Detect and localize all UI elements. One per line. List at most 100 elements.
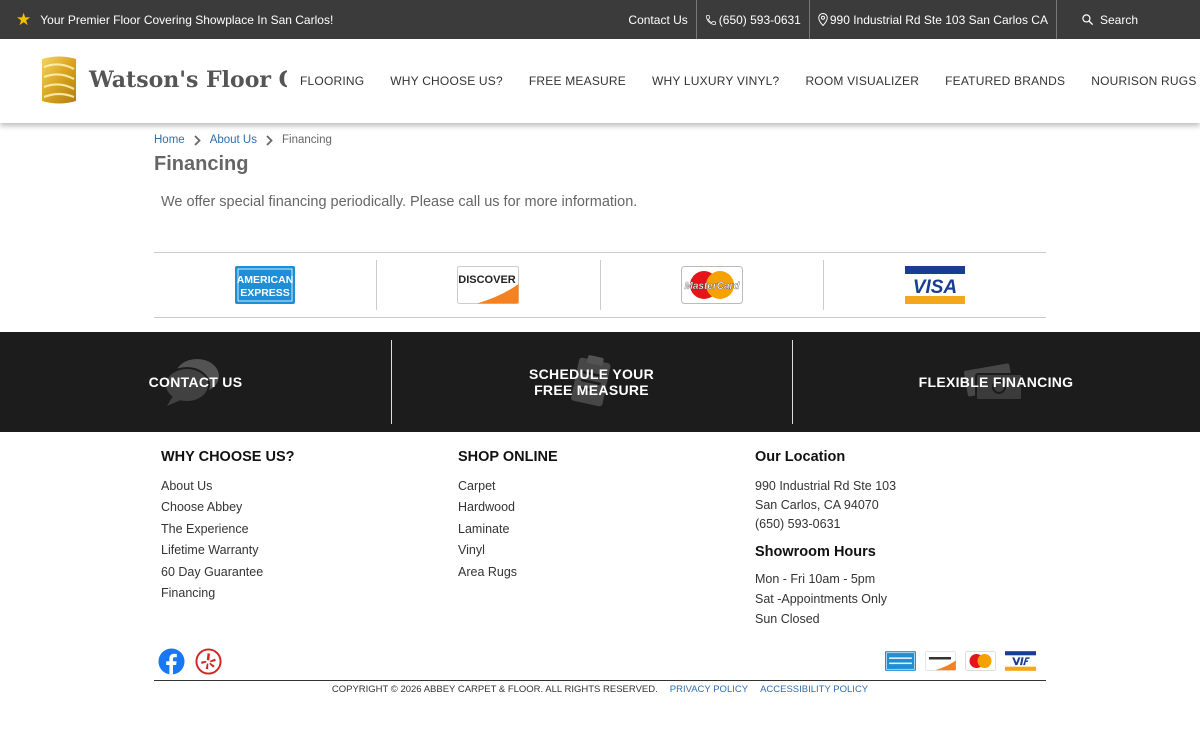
hours-sunday: Sun Closed xyxy=(755,612,820,626)
footer-hours: Mon - Fri 10am - 5pm Sat -Appointments O… xyxy=(755,569,896,629)
contact-us-cta[interactable]: CONTACT US xyxy=(0,332,391,432)
cta-divider xyxy=(792,340,793,424)
footer-phone[interactable]: (650) 593-0631 xyxy=(755,515,896,534)
visa-mini-logo xyxy=(1005,651,1036,671)
amex-mini-logo xyxy=(885,651,916,671)
cta-divider xyxy=(391,340,392,424)
copyright-bar: COPYRIGHT © 2026 ABBEY CARPET & FLOOR. A… xyxy=(0,684,1200,695)
footer-address: 990 Industrial Rd Ste 103 San Carlos, CA… xyxy=(755,477,896,534)
footer-shop-title: SHOP ONLINE xyxy=(458,449,558,465)
schedule-line2: FREE MEASURE xyxy=(534,382,649,398)
accessibility-policy-link[interactable]: ACCESSIBILITY POLICY xyxy=(760,684,868,695)
chevron-right-icon xyxy=(194,134,201,146)
card-mastercard: MasterCard xyxy=(599,260,823,310)
footer-why-title: WHY CHOOSE US? xyxy=(161,449,295,465)
contact-us-cta-label: CONTACT US xyxy=(148,374,243,390)
promo-text: Your Premier Floor Covering Showplace In… xyxy=(40,12,334,27)
footer-link-carpet[interactable]: Carpet xyxy=(458,477,558,498)
footer-why-choose-us: WHY CHOOSE US? About Us Choose Abbey The… xyxy=(161,449,294,605)
contact-us-label: Contact Us xyxy=(628,12,688,27)
footer-address-line2: San Carlos, CA 94070 xyxy=(755,498,879,512)
visa-logo: VISA xyxy=(904,266,965,304)
footer-accepted-cards xyxy=(885,651,1036,671)
flexible-financing-cta[interactable]: FLEXIBLE FINANCING xyxy=(792,332,1200,432)
top-bar: ★ Your Premier Floor Covering Showplace … xyxy=(0,0,1200,39)
nav-free-measure[interactable]: FREE MEASURE xyxy=(516,74,639,88)
amex-logo: AMERICAN EXPRESS xyxy=(235,266,296,304)
footer-link-area-rugs[interactable]: Area Rugs xyxy=(458,563,558,584)
footer-location: Our Location 990 Industrial Rd Ste 103 S… xyxy=(755,449,896,629)
logo-text: Watson's Floor Covering xyxy=(89,67,287,93)
card-visa: VISA xyxy=(822,260,1046,310)
logo-emblem-icon xyxy=(42,56,76,104)
mastercard-mini-logo xyxy=(965,651,996,671)
schedule-measure-cta-label: SCHEDULE YOUR FREE MEASURE xyxy=(529,366,654,398)
phone-number: (650) 593-0631 xyxy=(718,12,801,27)
nav-room-visualizer[interactable]: ROOM VISUALIZER xyxy=(792,74,932,88)
footer-link-hardwood[interactable]: Hardwood xyxy=(458,498,558,519)
footer-link-about-us[interactable]: About Us xyxy=(161,477,294,498)
footer-shop-online: SHOP ONLINE Carpet Hardwood Laminate Vin… xyxy=(458,449,558,584)
flexible-financing-cta-label: FLEXIBLE FINANCING xyxy=(918,374,1074,390)
discover-mini-logo xyxy=(925,651,956,671)
breadcrumb: Home About Us Financing xyxy=(154,134,332,146)
visa-text: VISA xyxy=(913,277,957,298)
mastercard-text: MasterCard xyxy=(684,281,740,292)
amex-line1: AMERICAN xyxy=(237,274,294,286)
breadcrumb-about-us[interactable]: About Us xyxy=(210,134,257,146)
search-label: Search xyxy=(1099,12,1138,27)
main-nav: FLOORING WHY CHOOSE US? FREE MEASURE WHY… xyxy=(287,39,1200,123)
footer-link-60-day-guarantee[interactable]: 60 Day Guarantee xyxy=(161,563,294,584)
amex-line2: EXPRESS xyxy=(240,287,290,299)
card-discover: DISCOVER xyxy=(376,260,599,310)
discover-logo: DISCOVER xyxy=(457,266,520,304)
schedule-measure-cta[interactable]: SCHEDULE YOUR FREE MEASURE xyxy=(391,332,792,432)
phone-icon xyxy=(705,14,716,25)
card-amex: AMERICAN EXPRESS xyxy=(154,260,376,310)
contact-us-link[interactable]: Contact Us xyxy=(620,0,695,39)
financing-intro: We offer special financing periodically.… xyxy=(161,194,638,210)
breadcrumb-current: Financing xyxy=(282,134,332,146)
copyright-text: COPYRIGHT © 2026 ABBEY CARPET & FLOOR. A… xyxy=(331,684,658,695)
accepted-cards: AMERICAN EXPRESS DISCOVER MasterCard VIS… xyxy=(154,252,1046,318)
phone-link[interactable]: (650) 593-0631 xyxy=(695,0,809,39)
nav-nourison-rugs[interactable]: NOURISON RUGS xyxy=(1078,74,1200,88)
hours-saturday: Sat -Appointments Only xyxy=(755,592,888,606)
search-button[interactable]: Search xyxy=(1055,0,1200,39)
discover-text: DISCOVER xyxy=(459,274,517,286)
footer-link-vinyl[interactable]: Vinyl xyxy=(458,541,558,562)
star-icon: ★ xyxy=(16,10,32,29)
footer-address-line1: 990 Industrial Rd Ste 103 xyxy=(755,479,897,493)
nav-why-choose-us[interactable]: WHY CHOOSE US? xyxy=(377,74,516,88)
nav-featured-brands[interactable]: FEATURED BRANDS xyxy=(932,74,1078,88)
site-header: Watson's Floor Covering FLOORING WHY CHO… xyxy=(0,39,1200,123)
schedule-line1: SCHEDULE YOUR xyxy=(529,366,654,382)
search-icon xyxy=(1082,14,1094,26)
hours-weekday: Mon - Fri 10am - 5pm xyxy=(755,572,876,586)
footer-hours-title: Showroom Hours xyxy=(755,544,876,560)
map-pin-icon xyxy=(818,13,828,26)
footer-link-the-experience[interactable]: The Experience xyxy=(161,520,294,541)
facebook-link[interactable] xyxy=(158,648,185,675)
nav-flooring[interactable]: FLOORING xyxy=(287,74,377,88)
top-bar-links: Contact Us (650) 593-0631 990 Industrial… xyxy=(620,0,1200,39)
mastercard-logo: MasterCard xyxy=(680,266,743,304)
address-text: 990 Industrial Rd Ste 103 San Carlos CA xyxy=(829,12,1048,27)
nav-why-luxury-vinyl[interactable]: WHY LUXURY VINYL? xyxy=(639,74,792,88)
address-link[interactable]: 990 Industrial Rd Ste 103 San Carlos CA xyxy=(808,0,1056,39)
page-title: Financing xyxy=(154,153,249,175)
footer-link-choose-abbey[interactable]: Choose Abbey xyxy=(161,498,294,519)
chevron-right-icon xyxy=(266,134,273,146)
footer-link-financing[interactable]: Financing xyxy=(161,584,294,605)
footer-divider xyxy=(154,680,1046,681)
footer-link-lifetime-warranty[interactable]: Lifetime Warranty xyxy=(161,541,294,562)
breadcrumb-home[interactable]: Home xyxy=(154,134,185,146)
yelp-link[interactable] xyxy=(195,648,222,675)
cta-band: CONTACT US SCHEDULE YOUR FREE MEASURE FL… xyxy=(0,332,1200,432)
footer-location-title: Our Location xyxy=(755,449,846,465)
promo-banner: ★ Your Premier Floor Covering Showplace … xyxy=(0,11,620,28)
footer-link-laminate[interactable]: Laminate xyxy=(458,520,558,541)
privacy-policy-link[interactable]: PRIVACY POLICY xyxy=(670,684,748,695)
site-logo[interactable]: Watson's Floor Covering xyxy=(39,55,287,105)
facebook-icon xyxy=(158,648,185,675)
